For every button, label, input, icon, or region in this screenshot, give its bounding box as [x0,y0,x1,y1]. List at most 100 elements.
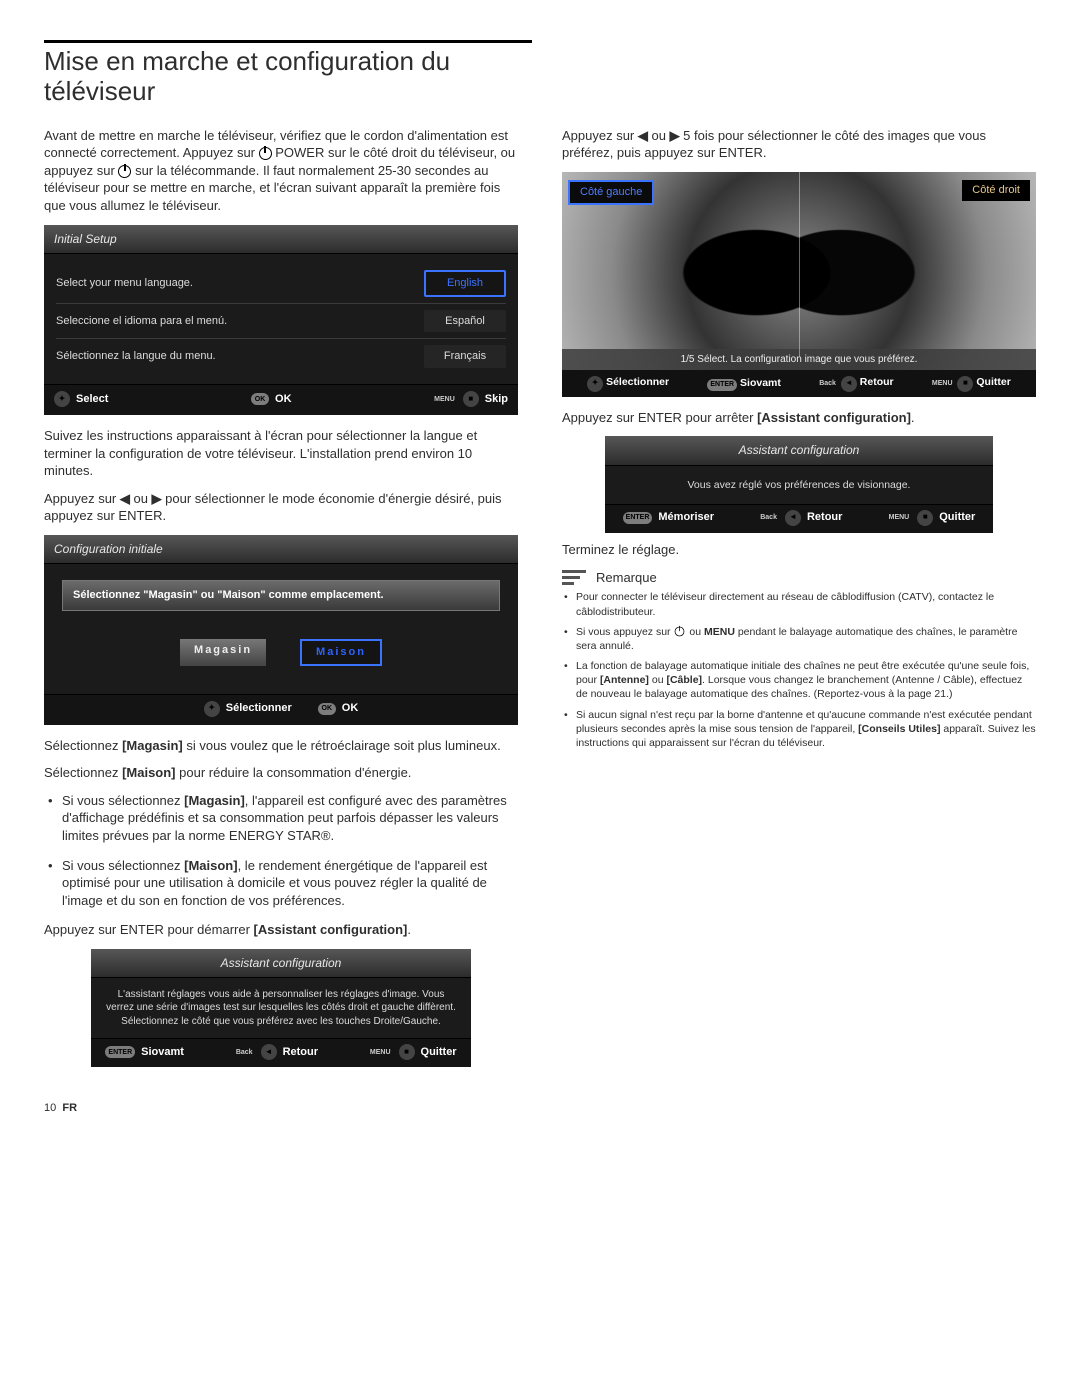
text: [Câble] [666,674,702,686]
menu-label: Select your menu language. [56,276,193,291]
text: si vous voulez que le rétroéclairage soi… [183,738,501,753]
dpad-icon: ✦ [204,701,220,717]
tag-cote-droit[interactable]: Côté droit [962,180,1030,201]
foot-ok: OK [275,392,292,407]
back-badge: Back [819,380,836,387]
menu-icon: ■ [463,391,479,407]
foot-next: Siovamt [740,377,781,389]
foot-quit: Quitter [939,510,975,525]
paragraph: Appuyez sur ENTER pour arrêter [Assistan… [562,409,1036,427]
enter-icon: ENTER [105,1046,135,1058]
foot-back: Retour [807,510,842,525]
page-footer: 10 FR [44,1101,1036,1116]
paragraph: Appuyez sur ◀ ou ▶ pour sélectionner le … [44,490,518,525]
paragraph: Appuyez sur ◀ ou ▶ 5 fois pour sélection… [562,127,1036,162]
text: [Magasin] [122,738,183,753]
left-column: Avant de mettre en marche le téléviseur,… [44,121,518,1072]
menu-icon: ■ [917,510,933,526]
note-item: Si vous appuyez sur ou MENU pendant le b… [576,625,1036,653]
foot-skip: Skip [485,392,508,407]
text: Appuyez sur ENTER pour arrêter [562,410,757,425]
note-item: La fonction de balayage automatique init… [576,659,1036,702]
note-heading: Remarque [596,569,657,587]
text: Sélectionnez [44,765,122,780]
text: Appuyez sur [562,128,638,143]
foot-next: Siovamt [141,1045,184,1060]
text: [Conseils Utiles] [858,723,940,735]
text: Si vous appuyez sur [576,626,673,638]
text: [Assistant configuration] [757,410,911,425]
enter-icon: ENTER [707,379,737,391]
back-icon: ◄ [785,510,801,526]
menu-badge: MENU [434,395,455,404]
text: ou [686,626,704,638]
page-lang: FR [62,1102,77,1114]
foot-back: Retour [283,1045,318,1060]
text: [Magasin] [184,793,245,808]
osd-assistant-start: Assistant configuration L'assistant régl… [91,949,470,1068]
text: . [911,410,915,425]
paragraph: Terminez le réglage. [562,541,1036,559]
menu-badge: MENU [889,513,910,522]
option-francais[interactable]: Français [424,345,506,368]
list-item: Si vous sélectionnez [Magasin], l'appare… [62,792,518,845]
enter-icon: ENTER [623,512,653,524]
text: POWER [272,145,325,160]
chip-magasin[interactable]: Magasin [180,639,266,666]
paragraph: Appuyez sur ENTER pour démarrer [Assista… [44,921,518,939]
arrow-right-icon: ▶ [152,491,162,506]
text: pour réduire la consommation d'énergie. [176,765,412,780]
text: Appuyez sur [44,491,120,506]
text: MENU [704,626,735,638]
menu-label: Seleccione el idioma para el menú. [56,314,227,329]
image-preference-preview: Côté gauche Côté droit 1/5 Sélect. La co… [562,172,1036,397]
menu-badge: MENU [932,380,953,387]
text: . [407,922,411,937]
foot-select: Select [76,392,108,407]
menu-label: Sélectionnez la langue du menu. [56,349,216,364]
text: [Maison] [122,765,175,780]
text: Appuyez sur ENTER pour démarrer [44,922,254,937]
osd-header: Initial Setup [44,225,518,254]
foot-quit: Quitter [421,1045,457,1060]
foot-back: Retour [860,376,894,388]
ok-icon: OK [318,703,336,715]
arrow-left-icon: ◀ [120,491,130,506]
preview-caption: 1/5 Sélect. La configuration image que v… [562,349,1036,371]
note-icon [562,568,586,586]
back-icon: ◄ [261,1044,277,1060]
text: Sélectionnez [44,738,122,753]
foot-ok: OK [342,701,359,716]
text: ou [130,491,152,506]
arrow-right-icon: ▶ [670,128,680,143]
menu-icon: ■ [957,376,973,392]
right-column: Appuyez sur ◀ ou ▶ 5 fois pour sélection… [562,121,1036,1072]
butterfly-image [622,202,976,349]
osd-header: Assistant configuration [605,436,994,465]
intro-paragraph: Avant de mettre en marche le téléviseur,… [44,127,518,215]
power-icon [675,627,685,637]
option-espanol[interactable]: Español [424,310,506,333]
ok-icon: OK [251,393,269,405]
foot-select: Sélectionner [226,701,292,716]
menu-icon: ■ [399,1044,415,1060]
back-badge: Back [236,1048,253,1057]
osd-body: L'assistant réglages vous aide à personn… [91,978,470,1039]
osd-configuration-initiale: Configuration initiale Sélectionnez "Mag… [44,535,518,725]
menu-badge: MENU [370,1048,391,1057]
text: [Maison] [184,858,237,873]
paragraph: Sélectionnez [Maison] pour réduire la co… [44,764,518,782]
osd-header: Configuration initiale [44,535,518,564]
option-english[interactable]: English [424,270,506,297]
text: Si vous sélectionnez [62,858,184,873]
page-title: Mise en marche et configuration du télév… [44,47,532,107]
paragraph: Sélectionnez [Magasin] si vous voulez qu… [44,737,518,755]
foot-select: Sélectionner [606,376,669,388]
text: [Assistant configuration] [254,922,408,937]
chip-maison[interactable]: Maison [300,639,382,666]
power-icon [259,147,272,160]
page-number: 10 [44,1102,56,1114]
list-item: Si vous sélectionnez [Maison], le rendem… [62,857,518,910]
tag-cote-gauche[interactable]: Côté gauche [568,180,654,205]
osd-body: Vous avez réglé vos préférences de visio… [605,466,994,504]
